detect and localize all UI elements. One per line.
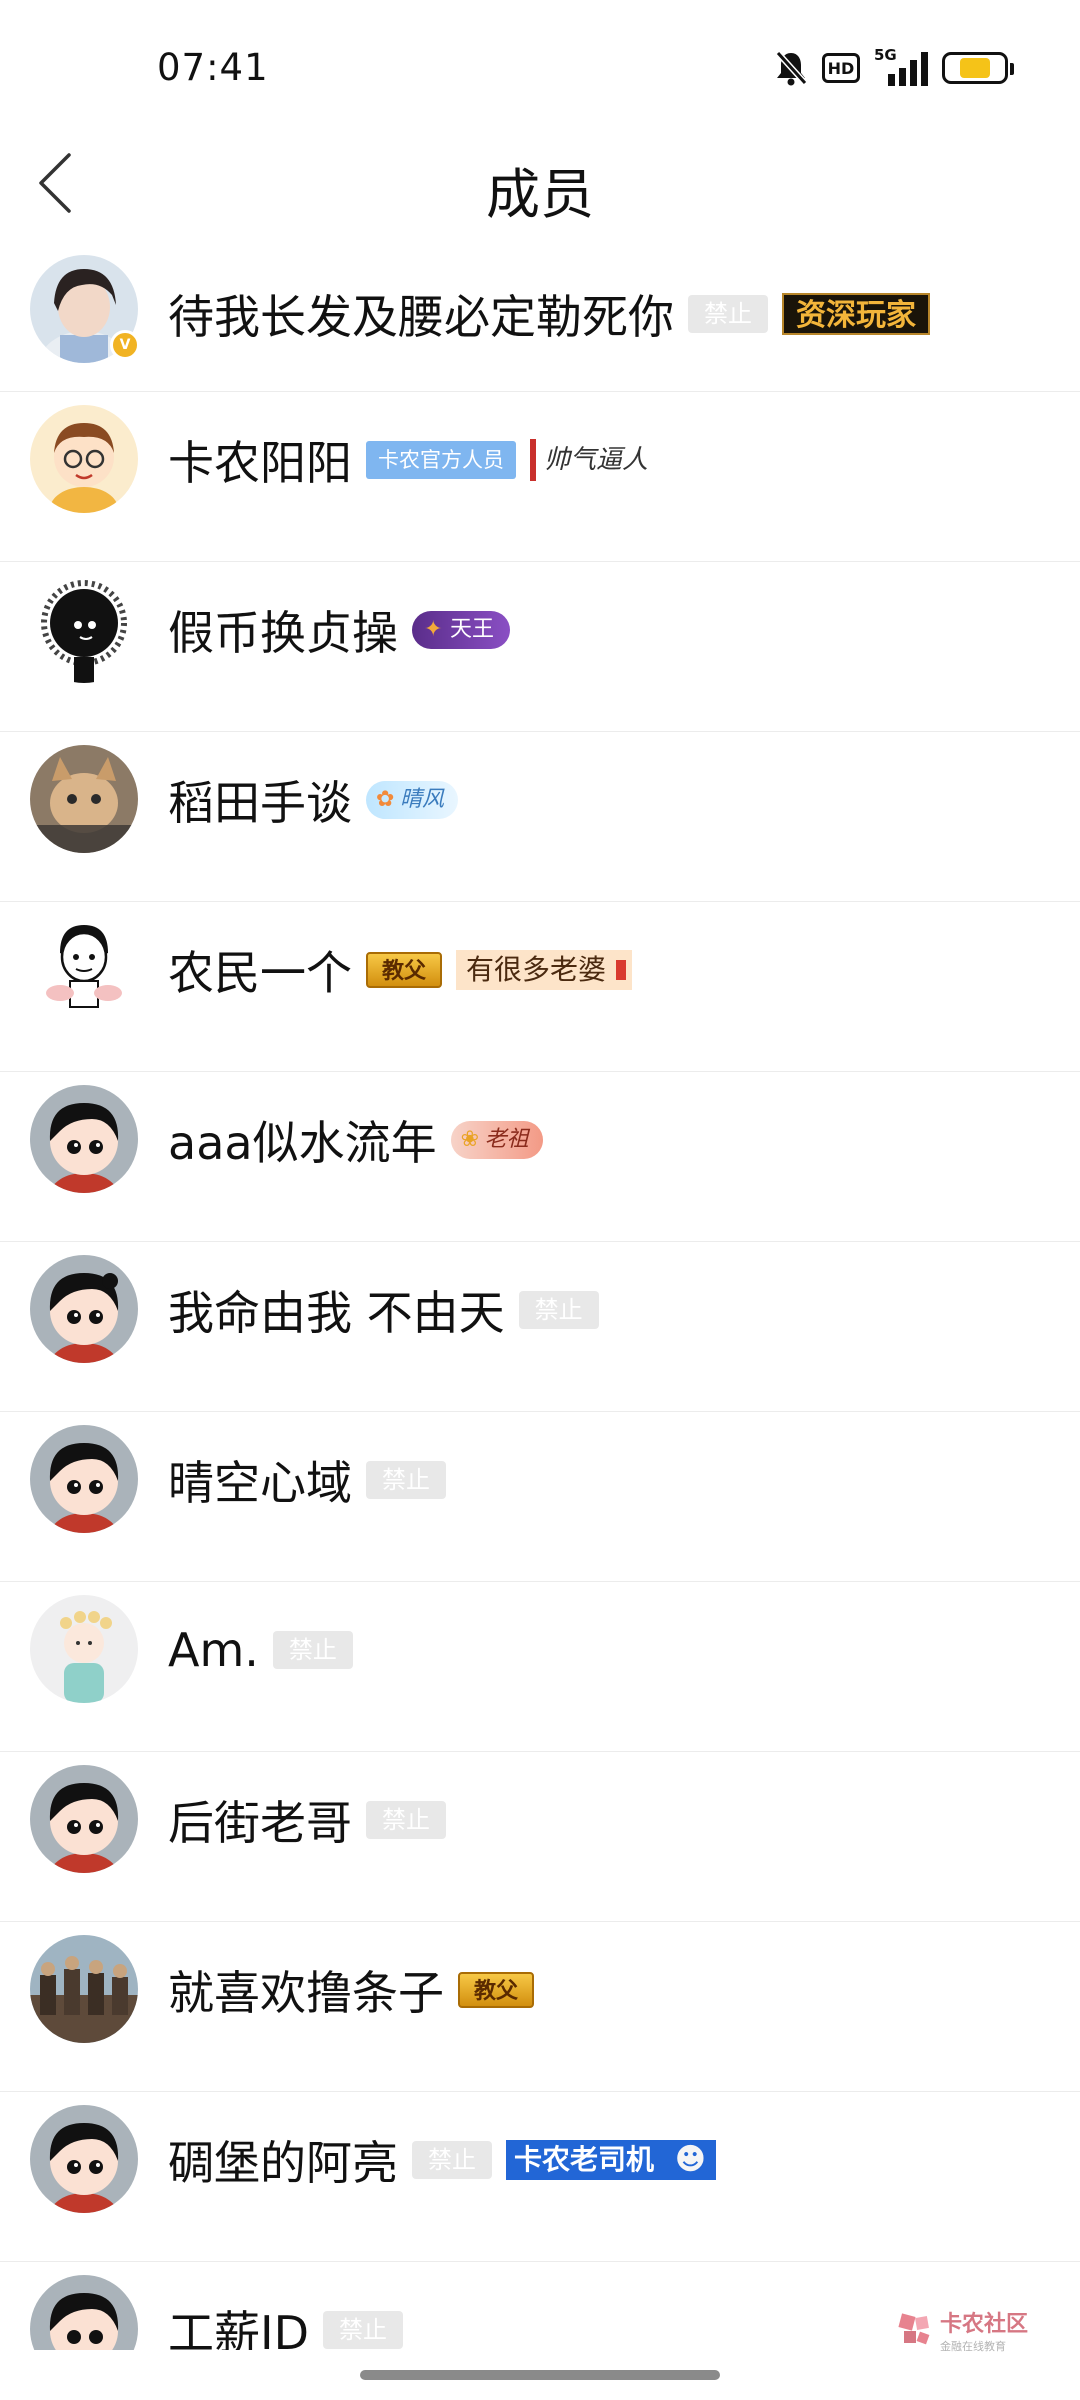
banned-tag: 禁止: [272, 1631, 353, 1669]
member-row[interactable]: 假币换贞操 天王: [0, 562, 1080, 732]
battery-fill: [960, 58, 990, 78]
member-name: 卡农阳阳: [168, 436, 352, 490]
member-info: 就喜欢撸条子 教父: [168, 1958, 535, 2022]
banned-tag: 禁止: [366, 1801, 446, 1839]
member-info: 农民一个 教父 有很多老婆: [168, 938, 633, 1002]
member-row[interactable]: 后街老哥 禁止: [0, 1752, 1080, 1922]
banned-tag: 禁止: [518, 1291, 599, 1329]
banned-tag: 禁止: [688, 295, 768, 333]
member-row[interactable]: 碉堡的阿亮 禁止 卡农老司机: [0, 2092, 1080, 2262]
banned-tag: 禁止: [323, 2311, 403, 2349]
member-name: 晴空心域: [168, 1456, 352, 1510]
status-icons: HD 5G: [774, 46, 1014, 90]
watermark-text: 卡农社区 金融在线教育: [940, 2306, 1028, 2354]
member-name: 我命由我 不由天: [168, 1286, 505, 1340]
community-logo-icon: [898, 2313, 932, 2347]
member-list[interactable]: V 待我长发及腰必定勒死你 禁止 资深玩家 卡农阳阳 卡农官方人员 帅气逼人 假…: [0, 240, 1080, 2350]
avatar[interactable]: [30, 745, 138, 853]
avatar[interactable]: [30, 1425, 138, 1533]
status-time: 07:41: [157, 46, 269, 89]
banned-tag: 禁止: [412, 2141, 492, 2179]
avatar[interactable]: [30, 1595, 138, 1703]
member-info: 待我长发及腰必定勒死你 禁止 资深玩家: [168, 282, 930, 346]
watermark-subtitle: 金融在线教育: [940, 2340, 1006, 2353]
member-info: 卡农阳阳 卡农官方人员 帅气逼人: [168, 428, 656, 492]
status-bar: 07:41 HD 5G: [0, 0, 1080, 130]
avatar[interactable]: [30, 915, 138, 1023]
top-navigation-bar: 成员: [0, 130, 1080, 240]
home-indicator[interactable]: [360, 2370, 720, 2380]
many-wives-tag: 有很多老婆: [456, 950, 633, 990]
godfather-tag: 教父: [458, 1972, 535, 2008]
verified-badge-icon: V: [110, 330, 140, 360]
member-row[interactable]: 晴空心域 禁止: [0, 1412, 1080, 1582]
member-name: 待我长发及腰必定勒死你: [168, 290, 674, 344]
bell-muted-icon: [774, 50, 808, 86]
member-row[interactable]: 我命由我 不由天 禁止: [0, 1242, 1080, 1412]
godfather-tag: 教父: [366, 952, 443, 988]
senior-player-tag: 资深玩家: [782, 293, 930, 335]
network-type-label: 5G: [874, 46, 897, 64]
avatar[interactable]: [30, 2105, 138, 2213]
member-info: Am. 禁止: [168, 1618, 353, 1682]
member-name: 工薪ID: [168, 2306, 309, 2350]
member-info: aaa似水流年 老祖: [168, 1108, 543, 1172]
king-title-tag: 天王: [412, 611, 511, 649]
member-name: 稻田手谈: [168, 776, 352, 830]
veteran-driver-tag: 卡农老司机: [506, 2140, 717, 2180]
member-row[interactable]: Am. 禁止: [0, 1582, 1080, 1752]
official-staff-tag: 卡农官方人员: [366, 441, 516, 479]
member-info: 晴空心域 禁止: [168, 1448, 446, 1512]
member-row[interactable]: V 待我长发及腰必定勒死你 禁止 资深玩家: [0, 240, 1080, 392]
avatar[interactable]: [30, 575, 138, 683]
member-name: aaa似水流年: [168, 1116, 437, 1170]
avatar[interactable]: [30, 1935, 138, 2043]
battery-icon: [942, 52, 1014, 84]
member-info: 碉堡的阿亮 禁止 卡农老司机: [168, 2128, 717, 2192]
member-info: 假币换贞操 天王: [168, 598, 511, 662]
hd-voice-icon: HD: [822, 53, 860, 83]
avatar[interactable]: [30, 1255, 138, 1363]
avatar[interactable]: [30, 1765, 138, 1873]
member-row[interactable]: 稻田手谈 晴风: [0, 732, 1080, 902]
member-info: 我命由我 不由天 禁止: [168, 1278, 599, 1342]
cellular-signal-icon: 5G: [874, 46, 928, 86]
member-row[interactable]: 就喜欢撸条子 教父: [0, 1922, 1080, 2092]
handsome-tag: 帅气逼人: [530, 439, 656, 481]
member-info: 后街老哥 禁止: [168, 1788, 446, 1852]
watermark: 卡农社区 金融在线教育: [898, 2306, 1028, 2354]
member-name: 假币换贞操: [168, 606, 398, 660]
sky-title-tag: 晴风: [366, 781, 459, 819]
member-name: 后街老哥: [168, 1796, 352, 1850]
member-row[interactable]: aaa似水流年 老祖: [0, 1072, 1080, 1242]
member-row[interactable]: 农民一个 教父 有很多老婆: [0, 902, 1080, 1072]
member-info: 工薪ID 禁止: [168, 2298, 403, 2350]
avatar[interactable]: [30, 1085, 138, 1193]
member-name: 农民一个: [168, 946, 352, 1000]
avatar[interactable]: [30, 405, 138, 513]
banned-tag: 禁止: [366, 1461, 446, 1499]
watermark-title: 卡农社区: [940, 2312, 1029, 2337]
member-name: 碉堡的阿亮: [168, 2136, 398, 2190]
member-row[interactable]: 卡农阳阳 卡农官方人员 帅气逼人: [0, 392, 1080, 562]
ancestor-title-tag: 老祖: [450, 1121, 543, 1159]
member-name: Am.: [168, 1623, 259, 1677]
page-title: 成员: [486, 163, 594, 226]
member-info: 稻田手谈 晴风: [168, 768, 459, 832]
member-name: 就喜欢撸条子: [168, 1966, 444, 2020]
avatar[interactable]: [30, 2275, 138, 2350]
